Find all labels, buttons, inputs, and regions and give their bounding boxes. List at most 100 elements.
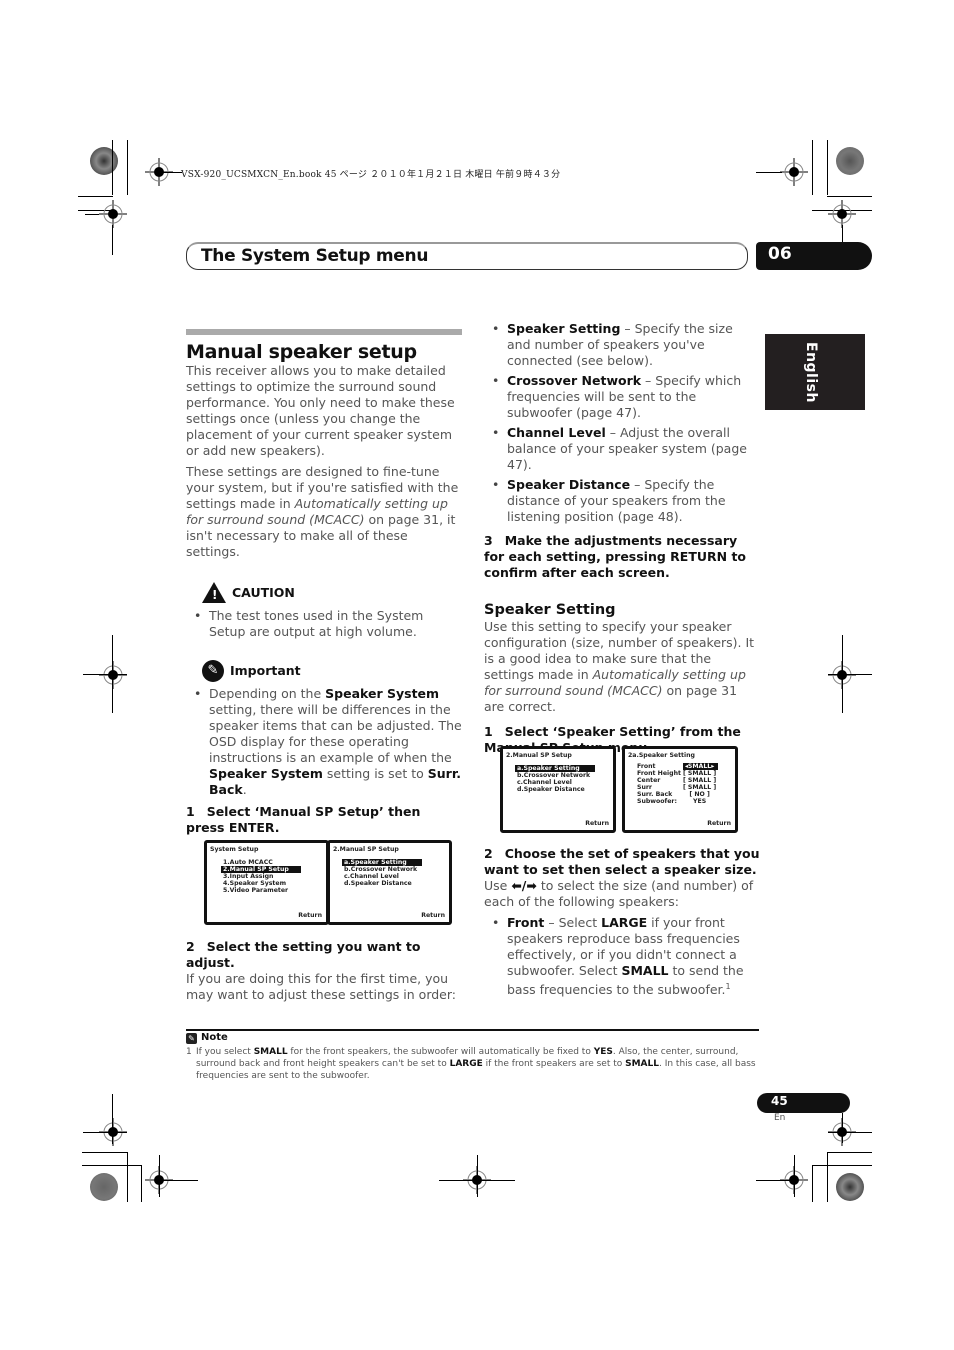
crop-line xyxy=(141,1165,142,1202)
section-rule xyxy=(186,329,462,335)
osd-return[interactable]: Return xyxy=(707,820,731,827)
step-text: Select ‘Manual SP Setup’ then press ENTE… xyxy=(186,804,421,835)
term: Speaker System xyxy=(325,686,440,701)
text: – Select xyxy=(544,915,602,930)
osd-item[interactable]: 3.Input Assign xyxy=(221,873,301,880)
language-label: English xyxy=(803,342,819,403)
speaker-label: Surr xyxy=(637,784,652,791)
value: SMALL xyxy=(687,763,712,770)
print-header: VSX-920_UCSMXCN_En.book 45 ページ ２０１０年１月２１… xyxy=(181,170,561,180)
crop-line xyxy=(127,140,128,195)
osd-row[interactable]: Surr [ SMALL ] xyxy=(637,784,718,791)
value: SMALL xyxy=(687,770,712,777)
step-number: 1 xyxy=(186,804,195,819)
header-title: The System Setup menu xyxy=(201,246,429,266)
crop-line xyxy=(160,1180,198,1181)
text: for the front speakers, the subwoofer wi… xyxy=(287,1047,594,1057)
text: setting, there will be differences in th… xyxy=(209,702,462,765)
step-2: 2 Select the setting you want to adjust. xyxy=(186,939,462,971)
osd-item[interactable]: d.Speaker Distance xyxy=(342,880,422,887)
speaker-label: Surr. Back xyxy=(637,791,673,798)
caution-list: The test tones used in the System Setup … xyxy=(186,608,462,640)
term: LARGE xyxy=(449,1059,483,1069)
value: SMALL xyxy=(687,784,712,791)
note-section: ✎ Note 1 If you select SMALL for the front… xyxy=(186,1032,761,1082)
osd-return[interactable]: Return xyxy=(298,912,322,919)
osd-item[interactable]: d.Speaker Distance xyxy=(515,786,595,793)
registration-mark-icon xyxy=(99,661,127,689)
osd-item[interactable]: b.Crossover Network xyxy=(515,772,595,779)
osd-item[interactable]: 5.Video Parameter xyxy=(221,887,301,894)
running-header: The System Setup menu xyxy=(186,242,748,270)
important-list: Depending on the Speaker System setting,… xyxy=(186,686,462,798)
important-heading: ✎ Important xyxy=(202,660,462,682)
caution-label: CAUTION xyxy=(232,584,295,600)
osd-item[interactable]: b.Crossover Network xyxy=(342,866,422,873)
step-text: Select the setting you want to adjust. xyxy=(186,939,421,970)
right-column-step2: 2 Choose the set of speakers that you wan… xyxy=(484,846,760,1002)
crop-line xyxy=(827,1152,872,1153)
speaker-value[interactable]: YES xyxy=(683,798,718,805)
osd-item-selected[interactable]: 2.Manual SP Setup xyxy=(221,866,301,873)
intro-paragraph-2: These settings are designed to fine-tune… xyxy=(186,464,462,560)
note-rule xyxy=(186,1029,759,1031)
osd-row[interactable]: Surr. Back [ NO ] xyxy=(637,791,718,798)
left-column: Manual speaker setup This receiver allow… xyxy=(186,329,462,836)
osd-row[interactable]: Front Height[ SMALL ] xyxy=(637,770,718,777)
speaker-value[interactable]: [ NO ] xyxy=(683,791,718,798)
osd-item-selected[interactable]: a.Speaker Setting xyxy=(515,765,595,772)
page-language: En xyxy=(774,1113,786,1123)
osd-item[interactable]: c.Channel Level xyxy=(342,873,422,880)
osd-return[interactable]: Return xyxy=(421,912,445,919)
crop-line xyxy=(842,225,843,243)
settings-item: Crossover Network – Specify which freque… xyxy=(484,373,760,421)
osd-row[interactable]: Center [ SMALL ] xyxy=(637,777,718,784)
left-right-arrow-icon: ⬅/➡ xyxy=(511,878,537,893)
crop-line xyxy=(756,172,782,173)
important-label: Important xyxy=(230,663,301,678)
note-heading: ✎ Note xyxy=(186,1032,761,1044)
term: Front xyxy=(507,915,545,930)
crop-line xyxy=(160,172,182,173)
speaker-value[interactable]: [ SMALL ] xyxy=(683,770,718,777)
crop-line xyxy=(112,140,113,195)
speaker-label: Center xyxy=(637,777,661,784)
crop-line xyxy=(85,214,99,215)
crop-line xyxy=(828,674,872,675)
osd-item[interactable]: 4.Speaker System xyxy=(221,880,301,887)
step-2-body: Use ⬅/➡ to select the size (and number) … xyxy=(484,878,760,910)
osd-title: 2.Manual SP Setup xyxy=(506,752,572,759)
speaker-value-selected[interactable]: ◂SMALL▸ xyxy=(682,763,719,770)
step-3: 3 Make the adjustments necessary for each… xyxy=(484,533,760,581)
crop-line xyxy=(112,1094,113,1144)
osd-menu: a.Speaker Setting b.Crossover Network c.… xyxy=(342,859,422,887)
color-disc-mark xyxy=(836,147,864,175)
setting-name: Speaker Distance xyxy=(507,477,631,492)
setting-name: Channel Level xyxy=(507,425,606,440)
step-number: 1 xyxy=(484,724,493,739)
term: SMALL xyxy=(625,1059,659,1069)
pushpin-icon: ✎ xyxy=(202,660,224,682)
crop-line xyxy=(812,1165,813,1202)
crop-line xyxy=(828,1132,872,1133)
left-column-step2: 2 Select the setting you want to adjust. … xyxy=(186,939,462,1003)
speaker-value[interactable]: [ SMALL ] xyxy=(683,777,718,784)
language-tab: English xyxy=(765,334,865,410)
footnote-ref[interactable]: 1 xyxy=(726,982,731,991)
term: YES xyxy=(593,1047,613,1057)
speaker-value[interactable]: [ SMALL ] xyxy=(683,784,718,791)
term: SMALL xyxy=(253,1047,288,1057)
crop-line xyxy=(827,140,828,195)
step-number: 2 xyxy=(484,846,493,861)
osd-return[interactable]: Return xyxy=(585,820,609,827)
osd-row[interactable]: Front ◂SMALL▸ xyxy=(637,763,719,770)
osd-item[interactable]: 1.Auto MCACC xyxy=(221,859,301,866)
term: SMALL xyxy=(621,963,669,978)
text: If you select xyxy=(196,1047,254,1057)
speaker-label: Subwoofer: xyxy=(637,798,677,805)
osd-item[interactable]: c.Channel Level xyxy=(515,779,595,786)
speakers-list: Front – Select LARGE if your front speak… xyxy=(484,915,760,998)
osd-row[interactable]: Subwoofer: YES xyxy=(637,798,718,805)
osd-item-selected[interactable]: a.Speaker Setting xyxy=(342,859,422,866)
step-text: Make the adjustments necessary for each … xyxy=(484,533,747,580)
